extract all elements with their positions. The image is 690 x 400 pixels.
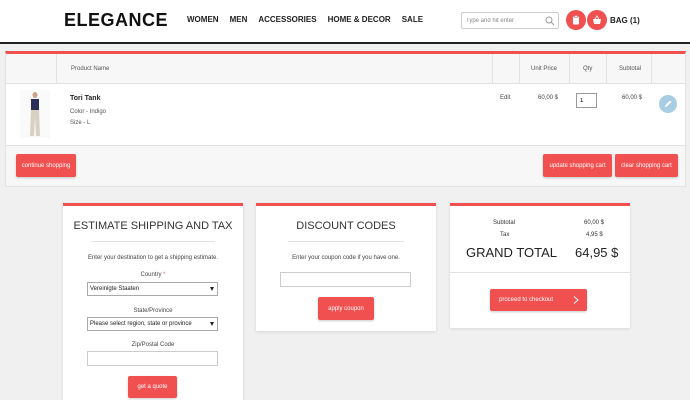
- country-label-text: Country: [140, 272, 162, 278]
- site-header: ELEGANCE WOMEN MEN ACCESSORIES HOME & DE…: [0, 0, 690, 44]
- country-label: Country *: [63, 272, 243, 278]
- site-logo[interactable]: ELEGANCE: [64, 10, 168, 31]
- coupon-code-input[interactable]: [280, 272, 411, 287]
- remove-item-button[interactable]: [659, 95, 677, 113]
- proceed-to-checkout-button[interactable]: proceed to checkout: [490, 289, 587, 311]
- dropdown-arrow-icon: [210, 287, 214, 291]
- country-select[interactable]: Vereinigte Staaten: [87, 282, 218, 296]
- main-nav: WOMEN MEN ACCESSORIES HOME & DECOR SALE: [187, 15, 423, 24]
- grand-total-value: 64,95 $: [575, 245, 619, 260]
- subtotal-label: Subtotal: [493, 220, 516, 226]
- chevron-right-icon: [573, 296, 579, 304]
- required-mark: *: [163, 272, 166, 278]
- tax-value: 4,95 $: [586, 232, 603, 238]
- clear-cart-button[interactable]: clear shopping cart: [615, 154, 678, 177]
- state-select-value: Please select region, state or province: [90, 321, 192, 327]
- cart-button[interactable]: [587, 10, 607, 30]
- country-select-value: Vereinigte Staaten: [90, 286, 140, 292]
- cart-table: Product Name Unit Price Qty Subtotal Tor…: [5, 51, 686, 187]
- product-name-link[interactable]: Tori Tank: [70, 95, 100, 102]
- divider: [288, 241, 404, 242]
- column-product-name: Product Name: [71, 66, 110, 72]
- nav-item-women[interactable]: WOMEN: [187, 15, 219, 24]
- discount-intro: Enter your coupon code if you have one.: [292, 255, 400, 261]
- search-box: [461, 12, 559, 29]
- bag-count-link[interactable]: BAG (1): [610, 16, 640, 25]
- tax-label: Tax: [500, 232, 510, 238]
- zip-input[interactable]: [87, 351, 218, 366]
- nav-item-sale[interactable]: SALE: [402, 15, 423, 24]
- product-color: Color - Indigo: [70, 109, 107, 115]
- totals-panel: Subtotal 60,00 $ Tax 4,95 $ GRAND TOTAL …: [450, 203, 630, 328]
- checkout-label: proceed to checkout: [499, 297, 554, 303]
- update-cart-button[interactable]: update shopping cart: [543, 154, 612, 177]
- edit-item-link[interactable]: Edit: [500, 95, 510, 101]
- item-subtotal: 60,00 $: [622, 95, 643, 101]
- shipping-title: ESTIMATE SHIPPING AND TAX: [73, 220, 233, 232]
- dropdown-arrow-icon: [210, 322, 214, 326]
- table-row: Tori Tank Color - Indigo Size - L Edit 6…: [6, 84, 685, 146]
- divider: [91, 241, 215, 242]
- clipboard-icon: [573, 15, 579, 25]
- shipping-estimate-panel: ESTIMATE SHIPPING AND TAX Enter your des…: [63, 203, 243, 400]
- state-label: State/Province: [133, 308, 173, 314]
- subtotal-value: 60,00 $: [584, 220, 605, 226]
- basket-icon: [593, 15, 601, 24]
- wishlist-button[interactable]: [566, 10, 586, 30]
- shipping-intro: Enter your destination to get a shipping…: [87, 255, 219, 261]
- search-input[interactable]: [462, 13, 542, 28]
- divider: [450, 272, 630, 273]
- column-subtotal: Subtotal: [619, 66, 642, 72]
- quantity-input[interactable]: [576, 93, 597, 108]
- nav-item-men[interactable]: MEN: [230, 15, 248, 24]
- product-size: Size - L: [70, 120, 91, 126]
- apply-coupon-button[interactable]: apply coupon: [318, 297, 374, 320]
- column-qty: Qty: [583, 66, 593, 72]
- zip-label: Zip/Postal Code: [131, 342, 175, 348]
- cart-table-header: Product Name Unit Price Qty Subtotal: [6, 54, 685, 84]
- discount-title: DISCOUNT CODES: [296, 220, 396, 232]
- nav-item-home-decor[interactable]: HOME & DECOR: [328, 15, 391, 24]
- get-quote-button[interactable]: get a quote: [128, 376, 177, 398]
- column-unit-price: Unit Price: [531, 66, 558, 72]
- discount-codes-panel: DISCOUNT CODES Enter your coupon code if…: [256, 203, 436, 331]
- continue-shopping-button[interactable]: continue shopping: [16, 154, 76, 177]
- search-icon[interactable]: [545, 16, 555, 26]
- pencil-icon: [665, 100, 672, 107]
- nav-item-accessories[interactable]: ACCESSORIES: [258, 15, 316, 24]
- grand-total-label: GRAND TOTAL: [466, 245, 558, 260]
- product-image[interactable]: [20, 90, 50, 138]
- item-unit-price: 60,00 $: [538, 95, 559, 101]
- state-select[interactable]: Please select region, state or province: [87, 317, 218, 331]
